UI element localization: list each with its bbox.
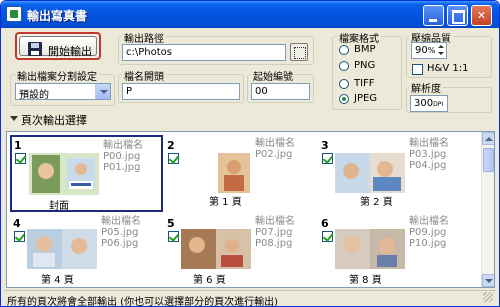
output-path-label: 輸出路徑 (122, 30, 166, 45)
output-path-input[interactable]: c:\Photos (122, 44, 286, 61)
split-settings-value: 預設的 (19, 90, 49, 101)
close-button[interactable]: ✕ (471, 5, 492, 26)
page-label: 封面 (49, 201, 69, 212)
filename-prefix-input[interactable]: P (122, 83, 240, 100)
page-checkbox[interactable] (15, 153, 26, 164)
start-number-input[interactable]: 00 (251, 83, 310, 100)
page-label: 第 8 頁 (349, 275, 382, 286)
split-settings-select[interactable]: 預設的 (15, 83, 111, 101)
page-item[interactable]: 3 輸出檔名 P03.jpg P04.jpg 第 2 頁 (319, 137, 471, 213)
page-item[interactable]: 6 輸出檔名 P09.jpg P10.jpg 第 8 頁 (319, 215, 471, 287)
scroll-down-icon[interactable] (482, 274, 494, 287)
page-label: 第 1 頁 (209, 197, 242, 208)
split-settings-label: 輸出檔案分割設定 (15, 68, 99, 83)
quality-spinner[interactable] (436, 42, 446, 59)
maximize-button[interactable] (447, 5, 468, 26)
filename-prefix-label: 檔名開頭 (122, 68, 166, 83)
page-label: 第 2 頁 (360, 197, 393, 208)
page-label: 第 6 頁 (193, 275, 226, 286)
page-thumbnail (335, 153, 405, 193)
resolution-input[interactable]: 300DPI (410, 95, 448, 112)
page-checkbox[interactable] (322, 153, 333, 164)
page-item[interactable]: 1 輸出檔名 P00.jpg P01.jpg 封面 (10, 135, 163, 212)
page-checkbox[interactable] (168, 231, 179, 242)
start-export-button[interactable]: 開始輸出 (15, 32, 101, 60)
vertical-scrollbar[interactable] (481, 132, 494, 287)
page-thumbnail (335, 229, 405, 269)
browse-folder-button[interactable] (290, 43, 308, 61)
title-bar[interactable]: 輸出寫真書 ✕ (1, 1, 499, 28)
page-checkbox[interactable] (168, 153, 179, 164)
resize-grip-icon[interactable] (483, 292, 493, 302)
page-item[interactable]: 2 輸出檔名 P02.jpg 第 1 頁 (165, 137, 317, 213)
page-thumbnail (29, 153, 99, 195)
window-title: 輸出寫真書 (27, 9, 88, 23)
chevron-down-icon[interactable] (95, 84, 110, 99)
page-selection-title[interactable]: 頁次輸出選擇 (10, 112, 87, 128)
page-label: 第 4 頁 (41, 275, 74, 286)
page-item[interactable]: 4 輸出檔名 P05.jpg P06.jpg 第 4 頁 (11, 215, 163, 287)
page-thumbnail (27, 229, 97, 269)
export-photobook-window: 輸出寫真書 ✕ 開始輸出 輸出檔案分割設定 預設的 輸出路徑 c:\Photos… (0, 0, 500, 307)
app-icon (6, 6, 22, 22)
start-number-label: 起始編號 (251, 68, 295, 83)
status-bar: 所有的頁次將會全部輸出 (你也可以選擇部分的頁次進行輸出) (4, 290, 496, 307)
floppy-disk-icon (28, 42, 42, 56)
page-checkbox[interactable] (14, 231, 25, 242)
start-export-label: 開始輸出 (48, 45, 92, 58)
scroll-up-icon[interactable] (482, 132, 494, 145)
hv-ratio-checkbox[interactable] (412, 64, 423, 75)
page-item[interactable]: 5 輸出檔名 P07.jpg P08.jpg 第 6 頁 (165, 215, 317, 287)
collapse-arrow-icon (10, 116, 18, 121)
resolution-label: 解析度 (409, 80, 443, 95)
hv-ratio-label: H&V 1:1 (427, 63, 469, 74)
page-list[interactable]: 1 輸出檔名 P00.jpg P01.jpg 封面 2 輸出檔名 P02.jpg… (6, 131, 495, 288)
scroll-thumb[interactable] (483, 148, 494, 172)
minimize-button[interactable] (423, 5, 444, 26)
page-thumbnail (181, 229, 251, 269)
page-checkbox[interactable] (322, 231, 333, 242)
page-thumbnail (182, 153, 250, 193)
status-text: 所有的頁次將會全部輸出 (你也可以選擇部分的頁次進行輸出) (7, 297, 278, 307)
file-format-label: 檔案格式 (337, 30, 381, 45)
